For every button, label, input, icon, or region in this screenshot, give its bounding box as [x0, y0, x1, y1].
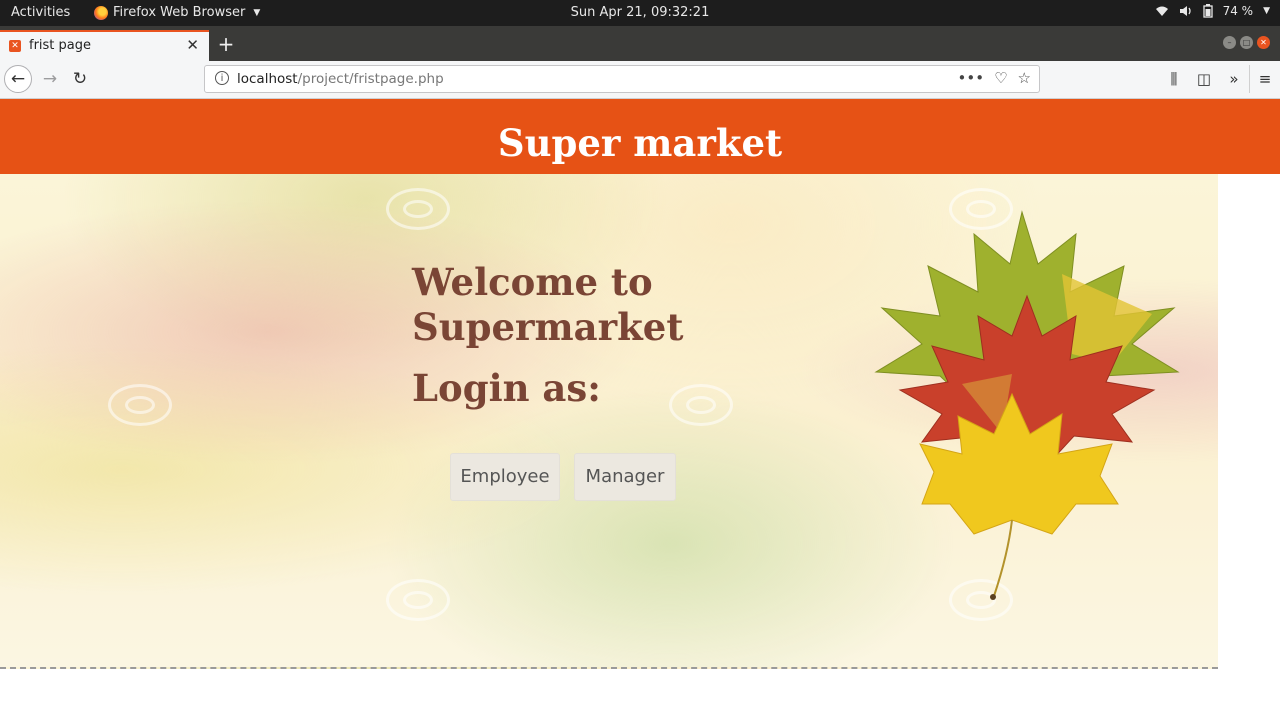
url-actions: ••• ♡ ☆	[958, 69, 1031, 87]
tab-strip: ✕ frist page ✕ + – □ ✕	[0, 26, 1280, 61]
sidebar-icon[interactable]: ◫	[1189, 65, 1219, 93]
employee-button[interactable]: Employee	[450, 453, 560, 501]
back-button[interactable]: ←	[4, 65, 32, 93]
wifi-icon	[1155, 6, 1168, 16]
info-icon[interactable]: i	[215, 71, 229, 85]
login-as-heading: Login as:	[412, 366, 601, 410]
xampp-favicon-icon: ✕	[9, 40, 21, 52]
reload-icon: ↻	[72, 69, 88, 89]
app-name: Firefox Web Browser	[113, 5, 246, 20]
forward-button[interactable]: →	[36, 65, 64, 93]
window-controls: – □ ✕	[1223, 36, 1270, 49]
activities-button[interactable]: Activities	[11, 5, 70, 20]
overflow-icon[interactable]: »	[1219, 65, 1249, 93]
forward-icon: →	[42, 69, 58, 89]
reload-button[interactable]: ↻	[66, 65, 94, 93]
new-tab-button[interactable]: +	[217, 30, 235, 58]
page-viewport: Super market Welcome to Supermarket Logi…	[0, 99, 1280, 719]
tab-title: frist page	[29, 38, 92, 53]
minimize-icon[interactable]: –	[1223, 36, 1236, 49]
app-menu[interactable]: Firefox Web Browser ▼	[94, 5, 260, 20]
pocket-icon[interactable]: ♡	[994, 69, 1007, 87]
navigation-bar: ← → ↻ i localhost/project/fristpage.php …	[0, 61, 1280, 99]
back-icon: ←	[10, 69, 26, 89]
url-text[interactable]: localhost/project/fristpage.php	[237, 71, 444, 87]
watermark-swirl-icon	[108, 384, 172, 426]
bookmark-star-icon[interactable]: ☆	[1018, 69, 1031, 87]
site-title: Super market	[497, 121, 783, 165]
system-menu-caret-icon: ▼	[1263, 6, 1270, 16]
system-top-bar: Activities Firefox Web Browser ▼ Sun Apr…	[0, 0, 1280, 26]
system-tray[interactable]: 74 % ▼	[1155, 4, 1270, 18]
welcome-heading: Welcome to Supermarket	[412, 260, 684, 349]
maximize-icon[interactable]: □	[1240, 36, 1253, 49]
autumn-leaves-image	[874, 210, 1180, 600]
site-header: Super market	[0, 99, 1280, 174]
close-tab-icon[interactable]: ✕	[186, 36, 199, 54]
toolbar-right: ⫼ ◫ » ≡	[1159, 65, 1280, 93]
watermark-swirl-icon	[386, 579, 450, 621]
hero-text: Welcome to Supermarket Login as:	[412, 260, 712, 411]
close-window-icon[interactable]: ✕	[1257, 36, 1270, 49]
manager-button[interactable]: Manager	[574, 453, 676, 501]
url-host: localhost	[237, 71, 298, 87]
volume-icon	[1179, 6, 1191, 16]
battery-percent: 74 %	[1222, 4, 1254, 18]
library-icon[interactable]: ⫼	[1159, 65, 1189, 93]
firefox-logo-icon	[94, 5, 108, 20]
caret-down-icon: ▼	[253, 7, 261, 18]
hero-background: Welcome to Supermarket Login as: Employe…	[0, 174, 1218, 669]
url-bar[interactable]: i localhost/project/fristpage.php ••• ♡ …	[204, 65, 1040, 93]
battery-icon	[1202, 4, 1213, 18]
menu-icon[interactable]: ≡	[1249, 65, 1280, 93]
url-path: /project/fristpage.php	[297, 71, 444, 87]
page-actions-icon[interactable]: •••	[958, 69, 985, 87]
watermark-swirl-icon	[386, 188, 450, 230]
tab-frist-page[interactable]: ✕ frist page ✕	[0, 30, 209, 61]
